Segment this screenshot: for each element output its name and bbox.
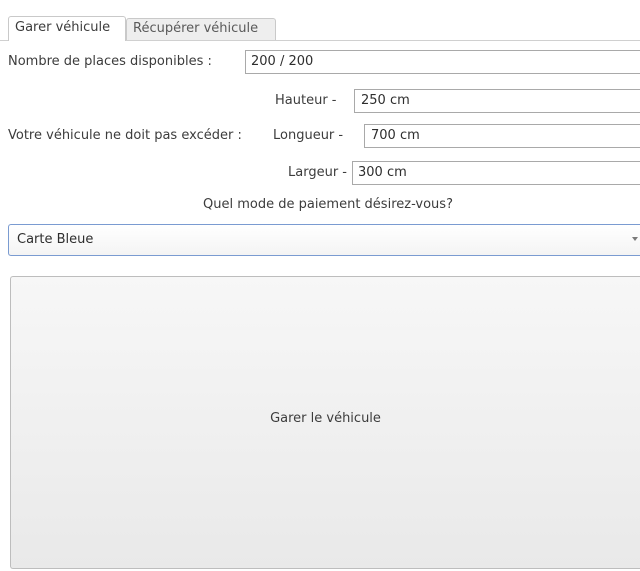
- garer-vehicule-button[interactable]: Garer le véhicule: [10, 276, 640, 569]
- largeur-row: Largeur - 300 cm: [0, 161, 640, 185]
- dimensions-label: Votre véhicule ne doit pas excéder :: [8, 128, 242, 143]
- places-field[interactable]: 200 / 200: [245, 50, 640, 74]
- payment-question: Quel mode de paiement désirez-vous?: [203, 197, 453, 212]
- tab-bar: Garer véhicule Récupérer véhicule: [0, 16, 640, 41]
- hauteur-row: Hauteur - 250 cm: [0, 89, 640, 113]
- payment-mode-value: Carte Bleue: [17, 232, 94, 247]
- dropdown-arrow-icon: [632, 237, 638, 241]
- longueur-row: Votre véhicule ne doit pas excéder : Lon…: [0, 124, 640, 148]
- largeur-field[interactable]: 300 cm: [352, 161, 640, 185]
- hauteur-field[interactable]: 250 cm: [354, 89, 640, 113]
- hauteur-label: Hauteur -: [275, 93, 337, 108]
- garer-vehicule-button-label: Garer le véhicule: [270, 411, 381, 426]
- largeur-label: Largeur -: [288, 165, 347, 180]
- tab-recuperer-vehicule[interactable]: Récupérer véhicule: [126, 18, 276, 40]
- payment-mode-select[interactable]: Carte Bleue: [8, 224, 640, 256]
- payment-question-row: Quel mode de paiement désirez-vous?: [0, 193, 640, 217]
- longueur-field[interactable]: 700 cm: [364, 124, 640, 148]
- places-row: Nombre de places disponibles : 200 / 200: [0, 50, 640, 74]
- places-label: Nombre de places disponibles :: [8, 54, 212, 69]
- tab-garer-vehicule[interactable]: Garer véhicule: [8, 16, 126, 41]
- longueur-label: Longueur -: [273, 128, 344, 143]
- parking-window: Garer véhicule Récupérer véhicule Nombre…: [0, 0, 640, 571]
